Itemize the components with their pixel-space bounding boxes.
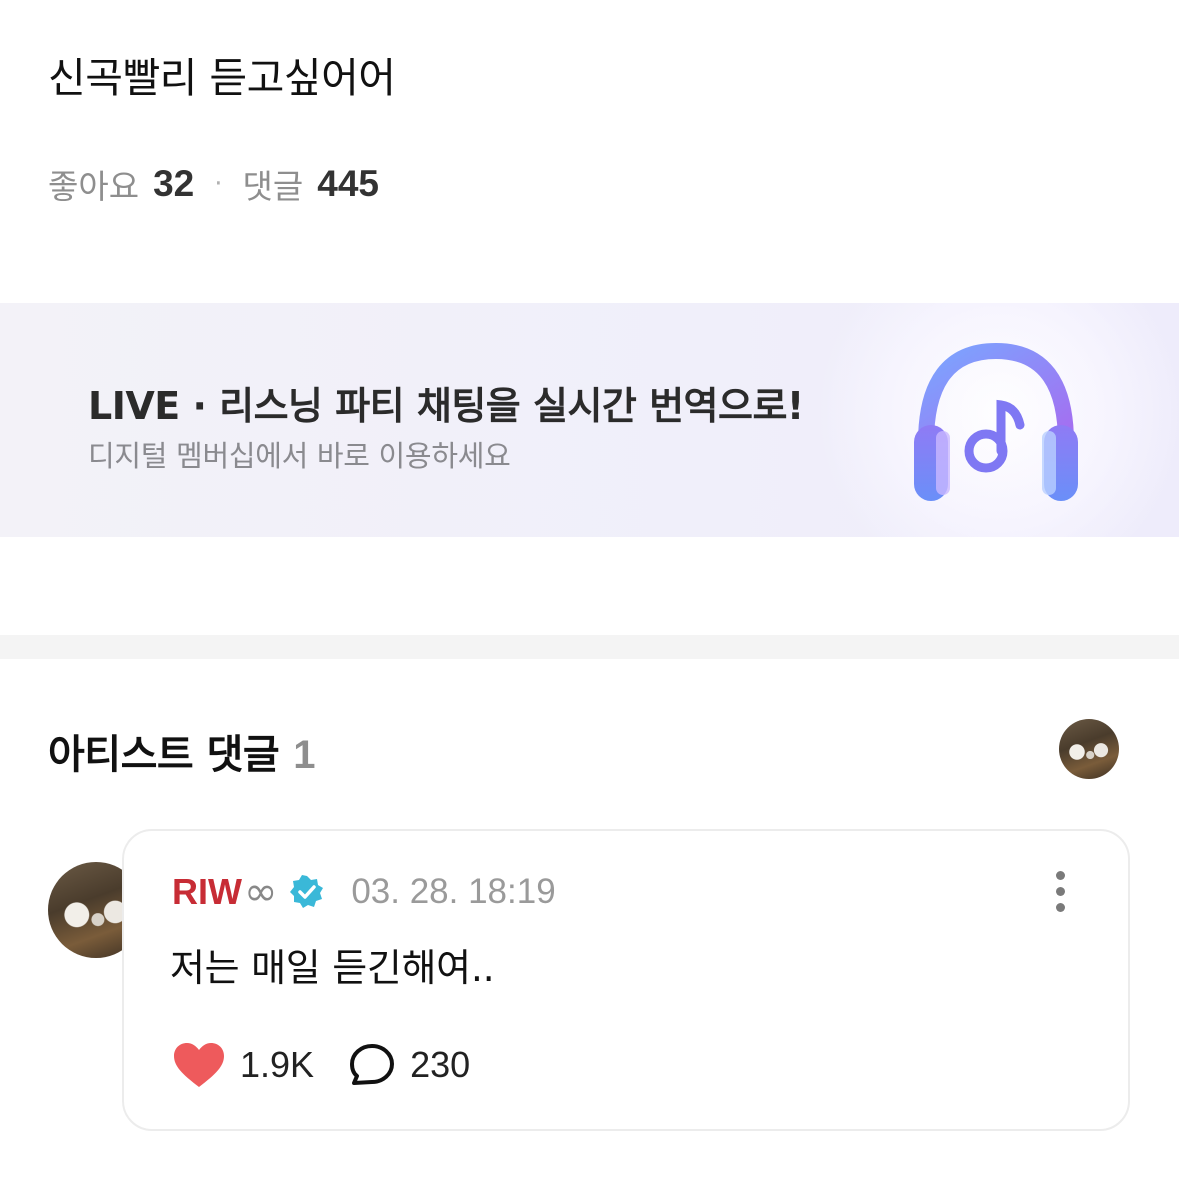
verified-badge-icon [290,875,324,908]
stats-separator: · [214,169,223,199]
reply-button[interactable]: 230 [348,1042,470,1088]
post-text: 신곡빨리 듣고싶어어 [48,54,396,102]
comment-body: 저는 매일 듣긴해여.. [170,946,495,990]
reply-count: 230 [410,1044,471,1085]
likes-label: 좋아요 [48,167,140,206]
comment-author-name[interactable]: RIW [172,871,242,913]
like-button[interactable]: 1.9K [172,1041,314,1089]
speech-bubble-icon [350,1044,395,1085]
promo-banner[interactable]: LIVE · 리스닝 파티 채팅을 실시간 번역으로! 디지털 멤버십에서 바로… [0,303,1179,537]
headphones-music-icon [914,342,1078,501]
post-stats: 좋아요 32 · 댓글 445 [48,160,379,208]
comment-card: RIW ∞ 03. 28. 18:19 저는 매일 듣긴해여.. 1.9K 23… [122,829,1130,1131]
heart-icon [174,1043,224,1087]
infinity-icon: ∞ [243,869,278,915]
more-vertical-icon[interactable] [1054,871,1066,912]
comment-actions: 1.9K 230 [172,1041,470,1089]
artist-comments-header: 아티스트 댓글 1 [48,722,315,780]
like-count: 1.9K [240,1044,315,1085]
likes-count[interactable]: 32 [153,163,194,205]
comment-header: RIW ∞ 03. 28. 18:19 [172,869,556,915]
comments-label: 댓글 [242,167,304,206]
section-divider [0,635,1179,659]
artist-comments-title: 아티스트 댓글 [48,732,280,778]
artist-comments-count: 1 [293,733,315,777]
comment-timestamp: 03. 28. 18:19 [351,872,556,911]
banner-subtitle: 디지털 멤버십에서 바로 이용하세요 [88,439,511,473]
comments-count[interactable]: 445 [317,163,379,205]
banner-title: LIVE · 리스닝 파티 채팅을 실시간 번역으로! [88,384,804,428]
artist-avatar[interactable] [1059,719,1119,779]
